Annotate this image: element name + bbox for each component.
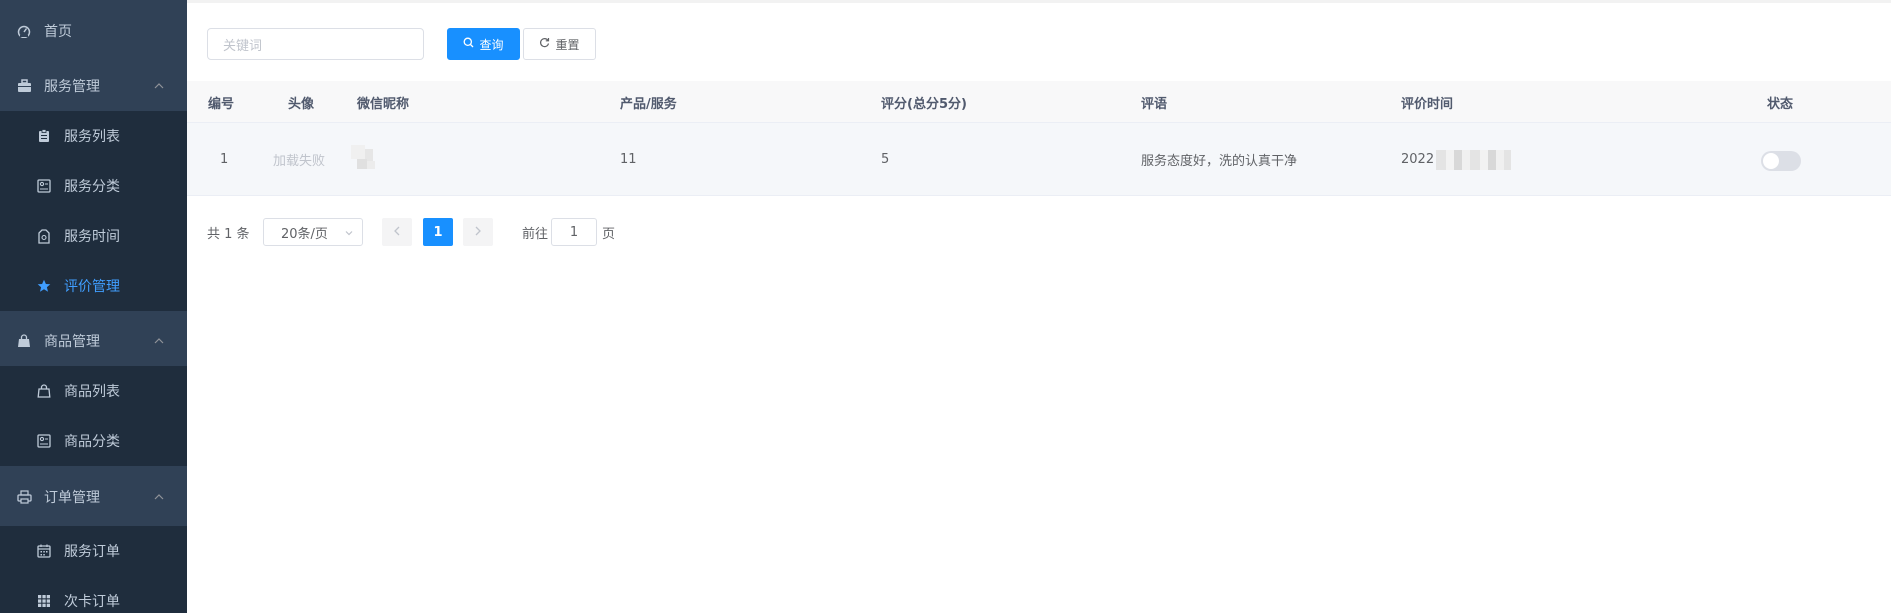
col-header-id: 编号	[208, 96, 235, 112]
next-page-button[interactable]	[463, 218, 493, 246]
query-button[interactable]: 查询	[447, 28, 520, 60]
page-number-current[interactable]: 1	[423, 218, 453, 246]
sidebar-group-label: 订单管理	[44, 490, 100, 506]
sidebar-item-label: 服务时间	[64, 229, 120, 245]
keyword-search-input[interactable]: 关键词	[207, 28, 424, 60]
shopping-bag-icon	[16, 333, 32, 349]
col-header-nickname: 微信昵称	[357, 96, 410, 112]
app-root: 首页 服务管理 服务列表 服务分类 服务时间 评价管理 商品管理 商品列表 商品…	[0, 0, 1891, 613]
goto-suffix: 页	[602, 226, 616, 242]
chevron-up-icon	[151, 489, 167, 505]
submenu-goods: 商品列表 商品分类	[0, 366, 187, 466]
chevron-left-icon	[393, 224, 401, 240]
col-header-comment: 评语	[1141, 96, 1168, 112]
chevron-down-icon	[344, 227, 354, 242]
cell-score: 5	[881, 152, 890, 167]
pagination-total: 共 1 条	[207, 226, 250, 242]
sidebar-item-label: 评价管理	[64, 279, 120, 295]
page-size-select[interactable]: 20条/页	[263, 218, 363, 246]
submenu-orders: 服务订单 次卡订单	[0, 526, 187, 613]
col-header-time: 评价时间	[1401, 96, 1454, 112]
time-tag-icon	[36, 228, 52, 244]
chevron-right-icon	[474, 224, 482, 240]
category-icon	[36, 178, 52, 194]
sidebar-item-label: 首页	[44, 24, 72, 40]
page-number-label: 1	[433, 224, 443, 240]
broken-image-icon	[351, 144, 377, 175]
prev-page-button[interactable]	[382, 218, 412, 246]
printer-icon	[16, 489, 32, 505]
cell-time: 2022	[1401, 123, 1512, 196]
reset-button[interactable]: 重置	[523, 28, 596, 60]
cell-comment: 服务态度好，洗的认真干净	[1141, 154, 1298, 169]
refresh-icon	[539, 37, 550, 51]
sidebar-item-service-time[interactable]: 服务时间	[0, 211, 187, 261]
category-icon	[36, 433, 52, 449]
col-header-avatar: 头像	[288, 96, 315, 112]
sidebar-item-reviews[interactable]: 评价管理	[0, 261, 187, 311]
goto-prefix: 前往	[522, 226, 549, 242]
sidebar-group-label: 商品管理	[44, 334, 100, 350]
dashboard-icon	[16, 23, 32, 39]
goto-page-value: 1	[569, 224, 579, 240]
sidebar-item-label: 服务列表	[64, 129, 120, 145]
query-button-label: 查询	[479, 37, 504, 52]
submenu-service: 服务列表 服务分类 服务时间 评价管理	[0, 111, 187, 311]
pixelated-redaction	[1436, 149, 1512, 170]
sidebar-item-label: 服务分类	[64, 179, 120, 195]
cell-nickname	[351, 123, 377, 196]
sidebar-item-label: 商品分类	[64, 434, 120, 450]
calendar-icon	[36, 543, 52, 559]
chevron-up-icon	[151, 333, 167, 349]
star-icon	[36, 278, 52, 294]
col-header-product: 产品/服务	[620, 96, 677, 112]
sidebar: 首页 服务管理 服务列表 服务分类 服务时间 评价管理 商品管理 商品列表 商品…	[0, 0, 187, 613]
sidebar-item-goods-list[interactable]: 商品列表	[0, 366, 187, 416]
table-header: 编号 头像 微信昵称 产品/服务 评分(总分5分) 评语 评价时间 状态	[187, 81, 1891, 123]
bag-outline-icon	[36, 383, 52, 399]
sidebar-group-label: 服务管理	[44, 79, 100, 95]
sidebar-item-service-orders[interactable]: 服务订单	[0, 526, 187, 576]
cell-product: 11	[620, 152, 637, 167]
chevron-up-icon	[151, 78, 167, 94]
sidebar-item-service-list[interactable]: 服务列表	[0, 111, 187, 161]
top-divider	[187, 0, 1891, 3]
page-size-value: 20条/页	[281, 226, 328, 242]
col-header-status: 状态	[1767, 96, 1794, 112]
table-row: 1 加载失败 11 5 服务态度好，洗的认真干净 2022	[187, 123, 1891, 196]
sidebar-group-orders[interactable]: 订单管理	[0, 472, 187, 522]
status-toggle[interactable]	[1761, 151, 1801, 171]
sidebar-item-service-category[interactable]: 服务分类	[0, 161, 187, 211]
goto-page-input[interactable]: 1	[551, 218, 597, 246]
cell-time-text: 2022	[1401, 152, 1435, 167]
sidebar-item-label: 次卡订单	[64, 594, 120, 610]
sidebar-item-home[interactable]: 首页	[0, 6, 187, 56]
briefcase-icon	[16, 78, 32, 94]
sidebar-item-goods-category[interactable]: 商品分类	[0, 416, 187, 466]
col-header-score: 评分(总分5分)	[881, 96, 967, 112]
reset-button-label: 重置	[555, 37, 580, 52]
grid-icon	[36, 593, 52, 609]
sidebar-group-service[interactable]: 服务管理	[0, 61, 187, 111]
sidebar-item-label: 服务订单	[64, 544, 120, 560]
clipboard-icon	[36, 128, 52, 144]
sidebar-group-goods[interactable]: 商品管理	[0, 316, 187, 366]
main-content: 关键词 查询 重置 编号 头像 微信昵称 产品/服务 评分(总分5分) 评语 评…	[187, 0, 1891, 613]
search-icon	[463, 37, 474, 51]
cell-avatar: 加载失败	[273, 154, 326, 169]
sidebar-item-card-orders[interactable]: 次卡订单	[0, 576, 187, 613]
cell-id: 1	[220, 152, 229, 167]
sidebar-item-label: 商品列表	[64, 384, 120, 400]
search-placeholder: 关键词	[223, 38, 263, 54]
